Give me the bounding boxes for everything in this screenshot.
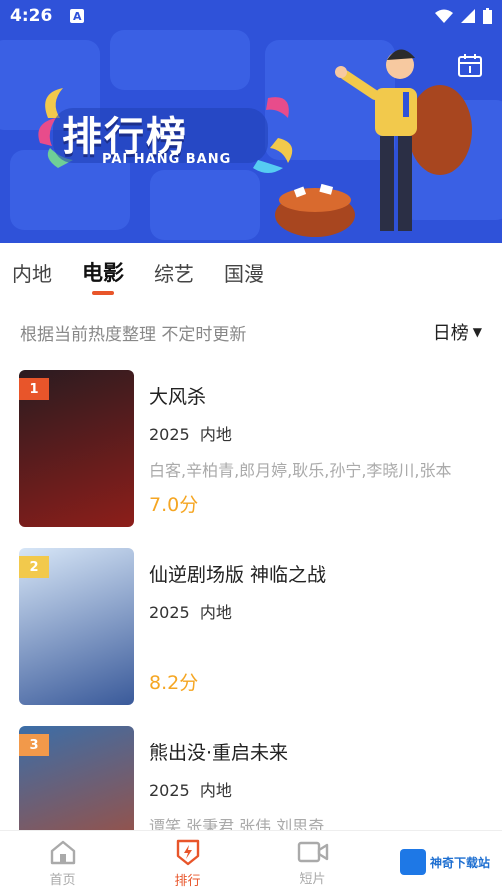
tab-variety[interactable]: 综艺 (154, 243, 194, 301)
home-icon (50, 840, 75, 864)
movie-region: 内地 (199, 781, 232, 800)
list-item[interactable]: 2 仙逆剧场版 神临之战 2025 内地 8.2分 (0, 538, 502, 708)
watermark-logo-icon (400, 849, 426, 875)
status-time: 4:26 (10, 6, 53, 26)
movie-poster: 1 (19, 370, 134, 527)
person-illustration (275, 49, 472, 237)
movie-title: 仙逆剧场版 神临之战 (149, 564, 327, 586)
tab-chinese-anime[interactable]: 国漫 (224, 243, 264, 301)
status-icons (435, 8, 492, 24)
movie-score: 8.2分 (149, 672, 199, 694)
bg-tile (150, 170, 260, 240)
dropdown-arrow-icon: ▼ (472, 325, 482, 339)
nav-ranking[interactable]: 排行 (125, 831, 250, 895)
status-bar: 4:26 A (0, 0, 502, 32)
movie-year: 2025 (149, 425, 190, 444)
rank-badge: 1 (19, 378, 49, 400)
video-icon (297, 841, 328, 862)
notification-a-icon: A (70, 9, 85, 23)
nav-ranking-label: 排行 (174, 873, 201, 889)
sort-dropdown[interactable]: 日榜 ▼ (433, 319, 482, 345)
wifi-icon (435, 9, 453, 23)
list-subheader: 根据当前热度整理 不定时更新 日榜 ▼ (0, 310, 502, 354)
list-item[interactable]: 1 大风杀 2025 内地 白客,辛柏青,郎月婷,耿乐,孙宁,李晓川,张本 7.… (0, 360, 502, 530)
movie-title: 大风杀 (149, 386, 207, 408)
rank-badge: 2 (19, 556, 49, 578)
movie-meta: 2025 内地 (149, 421, 492, 445)
nav-home-label: 首页 (49, 872, 76, 888)
ranking-icon (176, 839, 199, 865)
movie-meta: 2025 内地 (149, 777, 492, 801)
movie-meta: 2025 内地 (149, 599, 492, 623)
movie-score: 7.0分 (149, 494, 199, 516)
movie-region: 内地 (199, 603, 232, 622)
tab-mainland[interactable]: 内地 (12, 243, 52, 301)
rank-badge: 3 (19, 734, 49, 756)
nav-shorts-label: 短片 (299, 871, 326, 887)
sort-label: 日榜 (432, 323, 469, 344)
nav-shorts[interactable]: 短片 (250, 831, 375, 895)
site-watermark: 神奇下载站 (400, 844, 500, 880)
movie-year: 2025 (149, 781, 190, 800)
movie-year: 2025 (149, 603, 190, 622)
banner-subtitle: PAI HANG BANG (102, 152, 232, 167)
tab-movie[interactable]: 电影 (82, 243, 124, 301)
watermark-text: 神奇下载站 (430, 855, 491, 870)
movie-cast: 白客,辛柏青,郎月婷,耿乐,孙宁,李晓川,张本 (149, 461, 452, 480)
movie-region: 内地 (199, 425, 232, 444)
category-tabs: 内地 电影 综艺 国漫 (0, 243, 502, 301)
movie-poster: 2 (19, 548, 134, 705)
movie-title: 熊出没·重启未来 (149, 742, 289, 764)
nav-home[interactable]: 首页 (0, 831, 125, 895)
bg-tile (110, 30, 250, 90)
battery-icon (483, 8, 492, 24)
update-description: 根据当前热度整理 不定时更新 (20, 324, 247, 345)
header-banner: 4:26 A 排行榜 PAI HANG BANG (0, 0, 502, 243)
signal-icon (461, 9, 475, 23)
